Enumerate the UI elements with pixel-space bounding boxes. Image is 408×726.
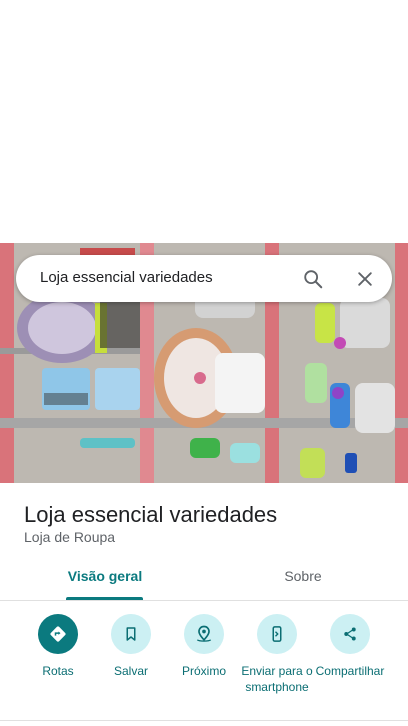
- directions-button[interactable]: Rotas: [18, 614, 98, 679]
- tab-about[interactable]: Sobre: [232, 568, 374, 584]
- tab-active-indicator: [66, 597, 143, 600]
- share-icon[interactable]: [330, 614, 370, 654]
- nearby-button[interactable]: Próximo: [164, 614, 244, 679]
- directions-icon[interactable]: [38, 614, 78, 654]
- send-to-phone-icon[interactable]: [257, 614, 297, 654]
- map-blank-area: [0, 0, 408, 243]
- search-icon[interactable]: [300, 266, 326, 292]
- close-icon[interactable]: [352, 266, 378, 292]
- nearby-label: Próximo: [181, 664, 226, 678]
- nearby-icon[interactable]: [184, 614, 224, 654]
- send-to-phone-label: Enviar para o smartphone: [241, 664, 313, 694]
- directions-label: Rotas: [42, 664, 74, 678]
- place-category: Loja de Roupa: [24, 529, 116, 545]
- save-button[interactable]: Salvar: [91, 614, 171, 679]
- bookmark-icon[interactable]: [111, 614, 151, 654]
- tab-overview[interactable]: Visão geral: [34, 568, 176, 584]
- search-query[interactable]: Loja essencial variedades: [40, 269, 213, 286]
- search-bar[interactable]: Loja essencial variedades: [16, 255, 392, 302]
- divider: [0, 720, 408, 721]
- send-to-phone-button[interactable]: Enviar para o smartphone: [237, 614, 317, 695]
- save-label: Salvar: [113, 664, 148, 678]
- tab-bar: Visão geral Sobre: [0, 556, 408, 601]
- share-button[interactable]: Compartilhar: [310, 614, 390, 679]
- place-title: Loja essencial variedades: [24, 502, 278, 527]
- share-label: Compartilhar: [315, 664, 385, 678]
